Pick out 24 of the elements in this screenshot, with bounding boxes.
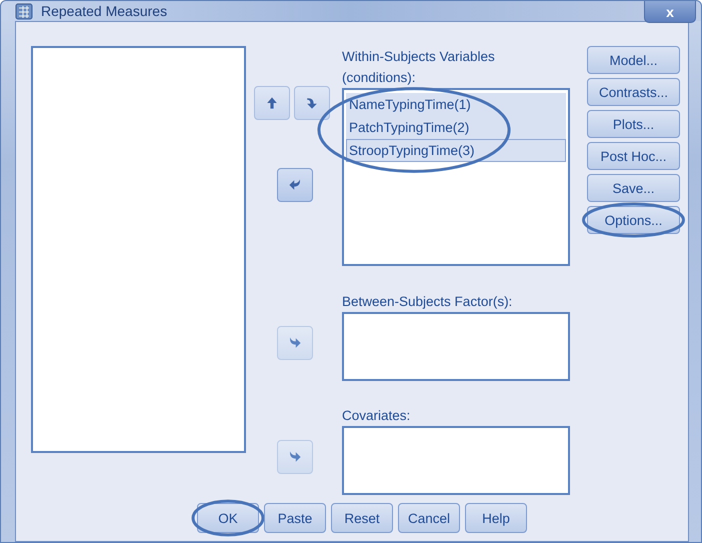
dialog-button[interactable]: Post Hoc... bbox=[587, 142, 680, 170]
field-label: Within-Subjects Variables (conditions): bbox=[342, 48, 496, 87]
dialog-button[interactable]: Help bbox=[465, 503, 527, 533]
field-label: Between-Subjects Factor(s): bbox=[342, 293, 514, 311]
close-button[interactable]: x bbox=[644, 1, 696, 23]
down-arrow-button[interactable] bbox=[294, 86, 330, 120]
left-arrow-button[interactable] bbox=[277, 168, 313, 202]
dialog-button[interactable]: Save... bbox=[587, 174, 680, 202]
dialog-button[interactable]: Model... bbox=[587, 46, 680, 74]
dialog-button[interactable]: Paste bbox=[264, 503, 326, 533]
field-label: Covariates: bbox=[342, 407, 412, 425]
list-item[interactable]: NameTypingTime(1) bbox=[346, 93, 566, 116]
list-item[interactable]: PatchTypingTime(2) bbox=[346, 116, 566, 139]
dialog-button[interactable]: Plots... bbox=[587, 110, 680, 138]
variable-list[interactable] bbox=[31, 46, 246, 453]
dialog-button[interactable]: Contrasts... bbox=[587, 78, 680, 106]
covariates-list[interactable] bbox=[342, 426, 570, 495]
up-arrow-button[interactable] bbox=[254, 86, 290, 120]
list-item[interactable]: StroopTypingTime(3) bbox=[346, 139, 566, 162]
window-title: Repeated Measures bbox=[41, 3, 168, 19]
conditions-list[interactable]: NameTypingTime(1) PatchTypingTime(2) StroopTypingTime(3) bbox=[342, 88, 570, 266]
factors-list[interactable] bbox=[342, 312, 570, 381]
dialog-button[interactable]: Reset bbox=[331, 503, 393, 533]
dialog-button[interactable]: Cancel bbox=[398, 503, 460, 533]
